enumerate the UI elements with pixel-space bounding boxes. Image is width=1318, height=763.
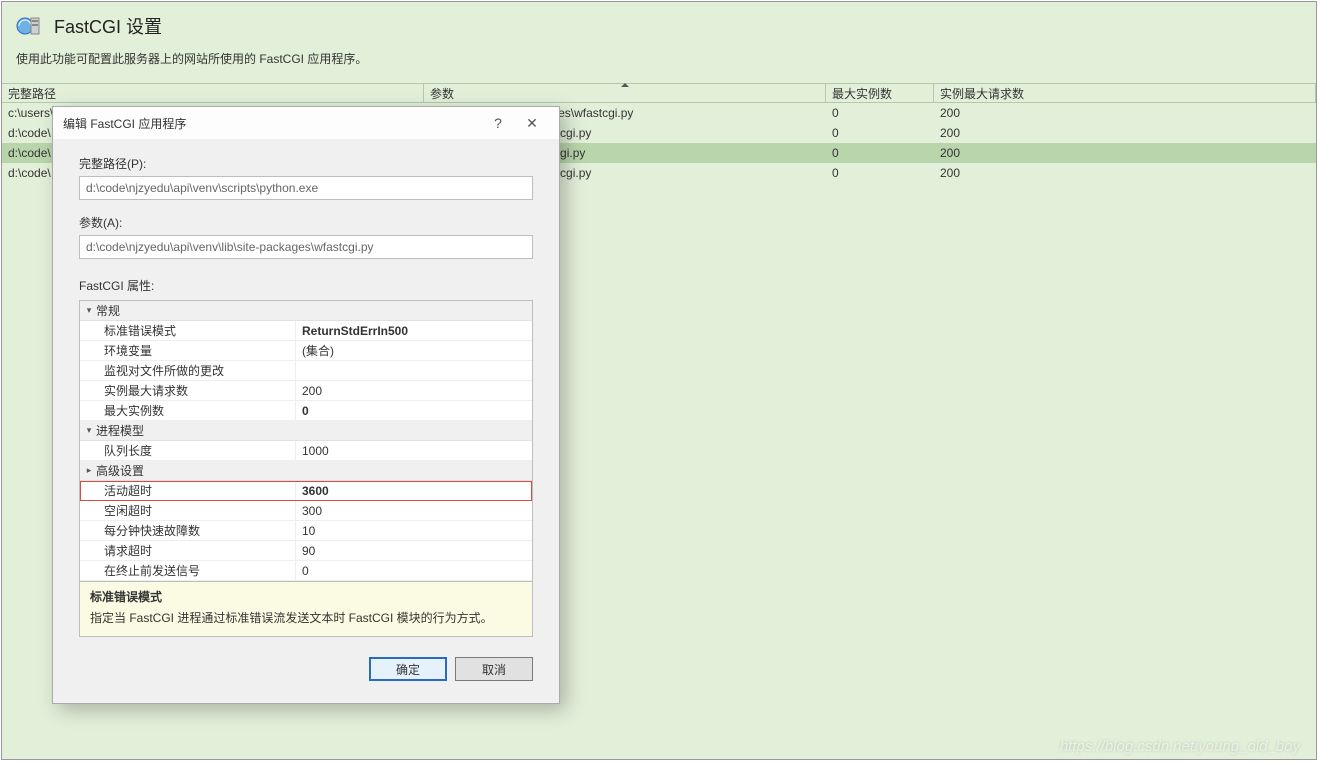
property-grid[interactable]: ▾ 常规 标准错误模式ReturnStdErrIn500环境变量(集合)监视对文… bbox=[79, 300, 533, 582]
property-description: 标准错误模式 指定当 FastCGI 进程通过标准错误流发送文本时 FastCG… bbox=[79, 582, 533, 637]
property-name: 实例最大请求数 bbox=[80, 381, 296, 400]
property-row[interactable]: 监视对文件所做的更改 bbox=[80, 361, 532, 381]
col-max-requests[interactable]: 实例最大请求数 bbox=[934, 84, 1316, 102]
property-row[interactable]: 标准错误模式ReturnStdErrIn500 bbox=[80, 321, 532, 341]
property-name: 环境变量 bbox=[80, 341, 296, 360]
cell-max-instances: 0 bbox=[826, 144, 934, 162]
page-header: FastCGI 设置 bbox=[2, 2, 1316, 44]
property-row[interactable]: 每分钟快速故障数10 bbox=[80, 521, 532, 541]
property-value[interactable]: 90 bbox=[296, 541, 532, 560]
args-input[interactable] bbox=[79, 235, 533, 259]
category-process[interactable]: ▾ 进程模型 bbox=[80, 421, 532, 441]
property-row[interactable]: 活动超时3600 bbox=[80, 481, 532, 501]
grid-header: 完整路径 参数 最大实例数 实例最大请求数 bbox=[2, 83, 1316, 103]
property-name: 活动超时 bbox=[80, 481, 296, 500]
server-icon bbox=[16, 12, 44, 40]
property-name: 队列长度 bbox=[80, 441, 296, 460]
property-row[interactable]: 最大实例数0 bbox=[80, 401, 532, 421]
cell-max-requests: 200 bbox=[934, 124, 1316, 142]
dialog-titlebar[interactable]: 编辑 FastCGI 应用程序 ? ✕ bbox=[53, 107, 559, 139]
property-value[interactable]: (集合) bbox=[296, 341, 532, 360]
property-row[interactable]: 实例最大请求数200 bbox=[80, 381, 532, 401]
help-button[interactable]: ? bbox=[481, 113, 515, 133]
property-name: 最大实例数 bbox=[80, 401, 296, 420]
property-value[interactable]: 300 bbox=[296, 501, 532, 520]
cancel-button[interactable]: 取消 bbox=[455, 657, 533, 681]
close-button[interactable]: ✕ bbox=[515, 113, 549, 133]
category-general[interactable]: ▾ 常规 bbox=[80, 301, 532, 321]
property-value[interactable]: 200 bbox=[296, 381, 532, 400]
dialog-title: 编辑 FastCGI 应用程序 bbox=[63, 115, 186, 132]
page-title: FastCGI 设置 bbox=[54, 13, 162, 39]
edit-fastcgi-dialog: 编辑 FastCGI 应用程序 ? ✕ 完整路径(P): 参数(A): Fast… bbox=[52, 106, 560, 704]
cell-max-instances: 0 bbox=[826, 104, 934, 122]
property-description-title: 标准错误模式 bbox=[90, 588, 522, 605]
dialog-body: 完整路径(P): 参数(A): FastCGI 属性: ▾ 常规 标准错误模式R… bbox=[53, 139, 559, 643]
chevron-down-icon: ▾ bbox=[82, 305, 96, 316]
chevron-right-icon: ▸ bbox=[82, 465, 96, 476]
cell-max-requests: 200 bbox=[934, 104, 1316, 122]
cell-max-requests: 200 bbox=[934, 164, 1316, 182]
args-label: 参数(A): bbox=[79, 214, 533, 231]
property-value[interactable]: ReturnStdErrIn500 bbox=[296, 321, 532, 340]
full-path-input[interactable] bbox=[79, 176, 533, 200]
property-row[interactable]: 在终止前发送信号0 bbox=[80, 561, 532, 581]
dialog-buttons: 确定 取消 bbox=[53, 643, 559, 703]
property-value[interactable]: 0 bbox=[296, 401, 532, 420]
props-label: FastCGI 属性: bbox=[79, 277, 533, 294]
col-args[interactable]: 参数 bbox=[424, 84, 826, 102]
property-value[interactable]: 3600 bbox=[296, 481, 532, 500]
property-row[interactable]: 队列长度1000 bbox=[80, 441, 532, 461]
property-row[interactable]: 环境变量(集合) bbox=[80, 341, 532, 361]
property-name: 空闲超时 bbox=[80, 501, 296, 520]
property-name: 标准错误模式 bbox=[80, 321, 296, 340]
ok-button[interactable]: 确定 bbox=[369, 657, 447, 681]
property-value[interactable]: 1000 bbox=[296, 441, 532, 460]
cell-max-instances: 0 bbox=[826, 164, 934, 182]
full-path-label: 完整路径(P): bbox=[79, 155, 533, 172]
property-value[interactable]: 10 bbox=[296, 521, 532, 540]
watermark: https://blog.csdn.net/young_old_boy bbox=[1060, 738, 1300, 755]
property-description-body: 指定当 FastCGI 进程通过标准错误流发送文本时 FastCGI 模块的行为… bbox=[90, 609, 522, 626]
property-name: 每分钟快速故障数 bbox=[80, 521, 296, 540]
property-value[interactable]: 0 bbox=[296, 561, 532, 580]
cell-max-requests: 200 bbox=[934, 144, 1316, 162]
chevron-down-icon: ▾ bbox=[82, 425, 96, 436]
property-name: 在终止前发送信号 bbox=[80, 561, 296, 580]
property-value[interactable] bbox=[296, 361, 532, 380]
property-name: 请求超时 bbox=[80, 541, 296, 560]
page-description: 使用此功能可配置此服务器上的网站所使用的 FastCGI 应用程序。 bbox=[2, 44, 1316, 83]
property-row[interactable]: 空闲超时300 bbox=[80, 501, 532, 521]
cell-max-instances: 0 bbox=[826, 124, 934, 142]
property-row[interactable]: 请求超时90 bbox=[80, 541, 532, 561]
col-full-path[interactable]: 完整路径 bbox=[2, 84, 424, 102]
category-advanced[interactable]: ▸ 高级设置 bbox=[80, 461, 532, 481]
property-name: 监视对文件所做的更改 bbox=[80, 361, 296, 380]
col-max-instances[interactable]: 最大实例数 bbox=[826, 84, 934, 102]
